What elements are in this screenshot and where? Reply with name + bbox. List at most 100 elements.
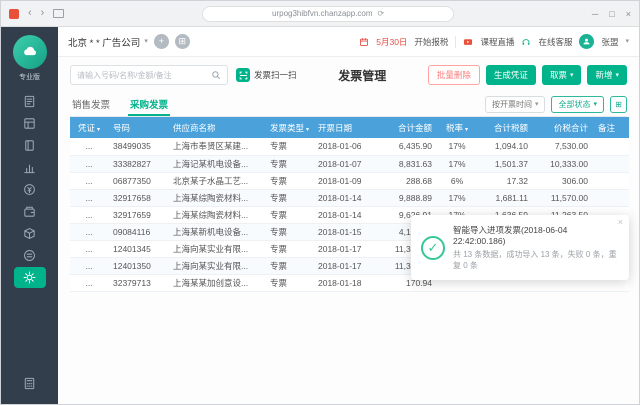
column-header-number: 号码 xyxy=(108,117,168,138)
company-selector[interactable]: 北京 * * 广告公司 ▾ xyxy=(68,35,148,49)
cell-supplier: 上海某综陶瓷材料... xyxy=(168,189,265,206)
sidebar: 专业版 xyxy=(1,27,58,404)
tab-sales-invoices[interactable]: 销售发票 xyxy=(70,97,112,116)
live-link[interactable]: 课程直播 xyxy=(480,36,514,48)
back-icon[interactable]: ‹ xyxy=(28,8,32,19)
cell-date: 2018-01-14 xyxy=(313,206,375,223)
browser-chrome: ‹ › urpog3hibfvn.chanzapp.com ⟳ ─ □ × xyxy=(1,1,639,27)
browser-logo-icon xyxy=(9,9,19,19)
add-account-button[interactable]: + xyxy=(154,34,169,49)
sidebar-item-salary[interactable] xyxy=(14,201,46,222)
cell-note xyxy=(593,138,629,155)
sidebar-item-report[interactable] xyxy=(14,157,46,178)
cell-number: 32917658 xyxy=(108,189,168,206)
table-row[interactable]: ...38499035上海市奉贤区某建...专票2018-01-066,435.… xyxy=(70,138,629,155)
cell-amount: 9,888.89 xyxy=(375,189,437,206)
headset-icon xyxy=(521,37,531,47)
maximize-icon[interactable]: □ xyxy=(609,9,614,19)
search-input[interactable] xyxy=(77,71,207,80)
column-settings-button[interactable]: ⊞ xyxy=(610,96,627,113)
cell-supplier: 上海某新机电设备... xyxy=(168,223,265,240)
column-header-tax: 合计税额 xyxy=(477,117,533,138)
status-filter-button[interactable]: 全部状态▾ xyxy=(551,96,604,113)
cell-total: 11,570.00 xyxy=(533,189,593,206)
cell-tax: 1,501.37 xyxy=(477,155,533,172)
cell-note xyxy=(593,189,629,206)
success-check-icon: ✓ xyxy=(421,236,445,260)
minimize-icon[interactable]: ─ xyxy=(592,9,598,19)
support-link[interactable]: 在线客服 xyxy=(538,36,572,48)
cell-voucher: ... xyxy=(70,189,108,206)
scan-label: 发票扫一扫 xyxy=(254,69,297,81)
tab-purchase-invoices[interactable]: 采购发票 xyxy=(128,97,170,116)
refresh-icon[interactable]: ⟳ xyxy=(378,9,385,18)
add-new-button[interactable]: 新增▾ xyxy=(587,65,627,85)
cell-supplier: 上海市奉贤区某建... xyxy=(168,138,265,155)
get-invoice-button[interactable]: 取票▾ xyxy=(542,65,582,85)
sort-caret-icon: ▾ xyxy=(465,127,468,133)
sort-caret-icon: ▾ xyxy=(97,127,100,133)
close-icon[interactable]: × xyxy=(626,9,631,19)
forward-icon[interactable]: › xyxy=(41,8,45,19)
cell-tax: 1,681.11 xyxy=(477,189,533,206)
chevron-down-icon: ▾ xyxy=(625,38,629,45)
table-row[interactable]: ...33382827上海记某机电设备...专票2018-01-078,831.… xyxy=(70,155,629,172)
tabs-icon[interactable] xyxy=(53,9,64,18)
scan-icon xyxy=(236,68,250,82)
column-header-voucher[interactable]: 凭证▾ xyxy=(70,117,108,138)
cell-taxrate: 17% xyxy=(437,138,477,155)
sidebar-bottom xyxy=(14,373,46,394)
cell-number: 06877350 xyxy=(108,172,168,189)
cell-supplier: 北京某子水晶工艺... xyxy=(168,172,265,189)
cell-amount: 288.68 xyxy=(375,172,437,189)
brand-logo[interactable] xyxy=(13,35,47,69)
cell-type: 专票 xyxy=(265,257,313,274)
sidebar-item-voucher[interactable] xyxy=(14,113,46,134)
cell-date: 2018-01-09 xyxy=(313,172,375,189)
column-header-total: 价税合计 xyxy=(533,117,593,138)
table-row[interactable]: ...32917658上海某综陶瓷材料...专票2018-01-149,888.… xyxy=(70,189,629,206)
cell-supplier: 上海某某加创意设... xyxy=(168,274,265,291)
invoice-scan[interactable]: 发票扫一扫 xyxy=(236,68,297,82)
table-row[interactable]: ...06877350北京某子水晶工艺...专票2018-01-09288.68… xyxy=(70,172,629,189)
cell-type: 专票 xyxy=(265,138,313,155)
avatar[interactable] xyxy=(579,34,594,49)
tax-date-text[interactable]: 开始报税 xyxy=(414,36,448,48)
cell-voucher: ... xyxy=(70,223,108,240)
cell-supplier: 上海某综陶瓷材料... xyxy=(168,206,265,223)
cell-supplier: 上海向某实业有限... xyxy=(168,257,265,274)
content-area: 发票扫一扫 发票管理 批量删除 生成凭证 取票▾ 新增▾ 销售发票 采购发票 xyxy=(58,57,639,404)
cell-type: 专票 xyxy=(265,206,313,223)
user-name[interactable]: 张盟 xyxy=(601,36,618,48)
apps-grid-button[interactable]: ⊞ xyxy=(175,34,190,49)
sidebar-item-settings[interactable] xyxy=(14,267,46,288)
column-header-taxrate[interactable]: 税率▾ xyxy=(437,117,477,138)
generate-voucher-button[interactable]: 生成凭证 xyxy=(486,65,536,85)
cell-taxrate: 6% xyxy=(437,172,477,189)
address-bar[interactable]: urpog3hibfvn.chanzapp.com ⟳ xyxy=(202,6,454,22)
sidebar-item-checkout[interactable] xyxy=(14,373,46,394)
batch-delete-button[interactable]: 批量删除 xyxy=(428,65,480,85)
sort-by-date-button[interactable]: 按开票时间▾ xyxy=(485,96,546,113)
cell-voucher: ... xyxy=(70,240,108,257)
page-title: 发票管理 xyxy=(338,67,386,84)
sidebar-item-funds[interactable] xyxy=(14,179,46,200)
cell-number: 38499035 xyxy=(108,138,168,155)
column-header-supplier: 供应商名称 xyxy=(168,117,265,138)
cell-number: 33382827 xyxy=(108,155,168,172)
search-icon[interactable] xyxy=(211,70,221,80)
app-topbar: 北京 * * 广告公司 ▾ + ⊞ 5月30日 开始报税 课程直播 xyxy=(58,27,639,57)
sidebar-item-invoice[interactable] xyxy=(14,91,46,112)
cell-type: 专票 xyxy=(265,189,313,206)
column-header-note: 备注 xyxy=(593,117,629,138)
sidebar-item-tax[interactable] xyxy=(14,245,46,266)
column-header-type[interactable]: 发票类型▾ xyxy=(265,117,313,138)
sidebar-item-ledger[interactable] xyxy=(14,135,46,156)
toast-close-icon[interactable]: × xyxy=(618,218,623,227)
cell-type: 专票 xyxy=(265,172,313,189)
cell-voucher: ... xyxy=(70,257,108,274)
sidebar-item-assets[interactable] xyxy=(14,223,46,244)
live-icon xyxy=(463,37,473,47)
cell-tax: 1,094.10 xyxy=(477,138,533,155)
toast-detail: 共 13 条数据，成功导入 13 条，失败 0 条，重复 0 条 xyxy=(453,249,619,271)
